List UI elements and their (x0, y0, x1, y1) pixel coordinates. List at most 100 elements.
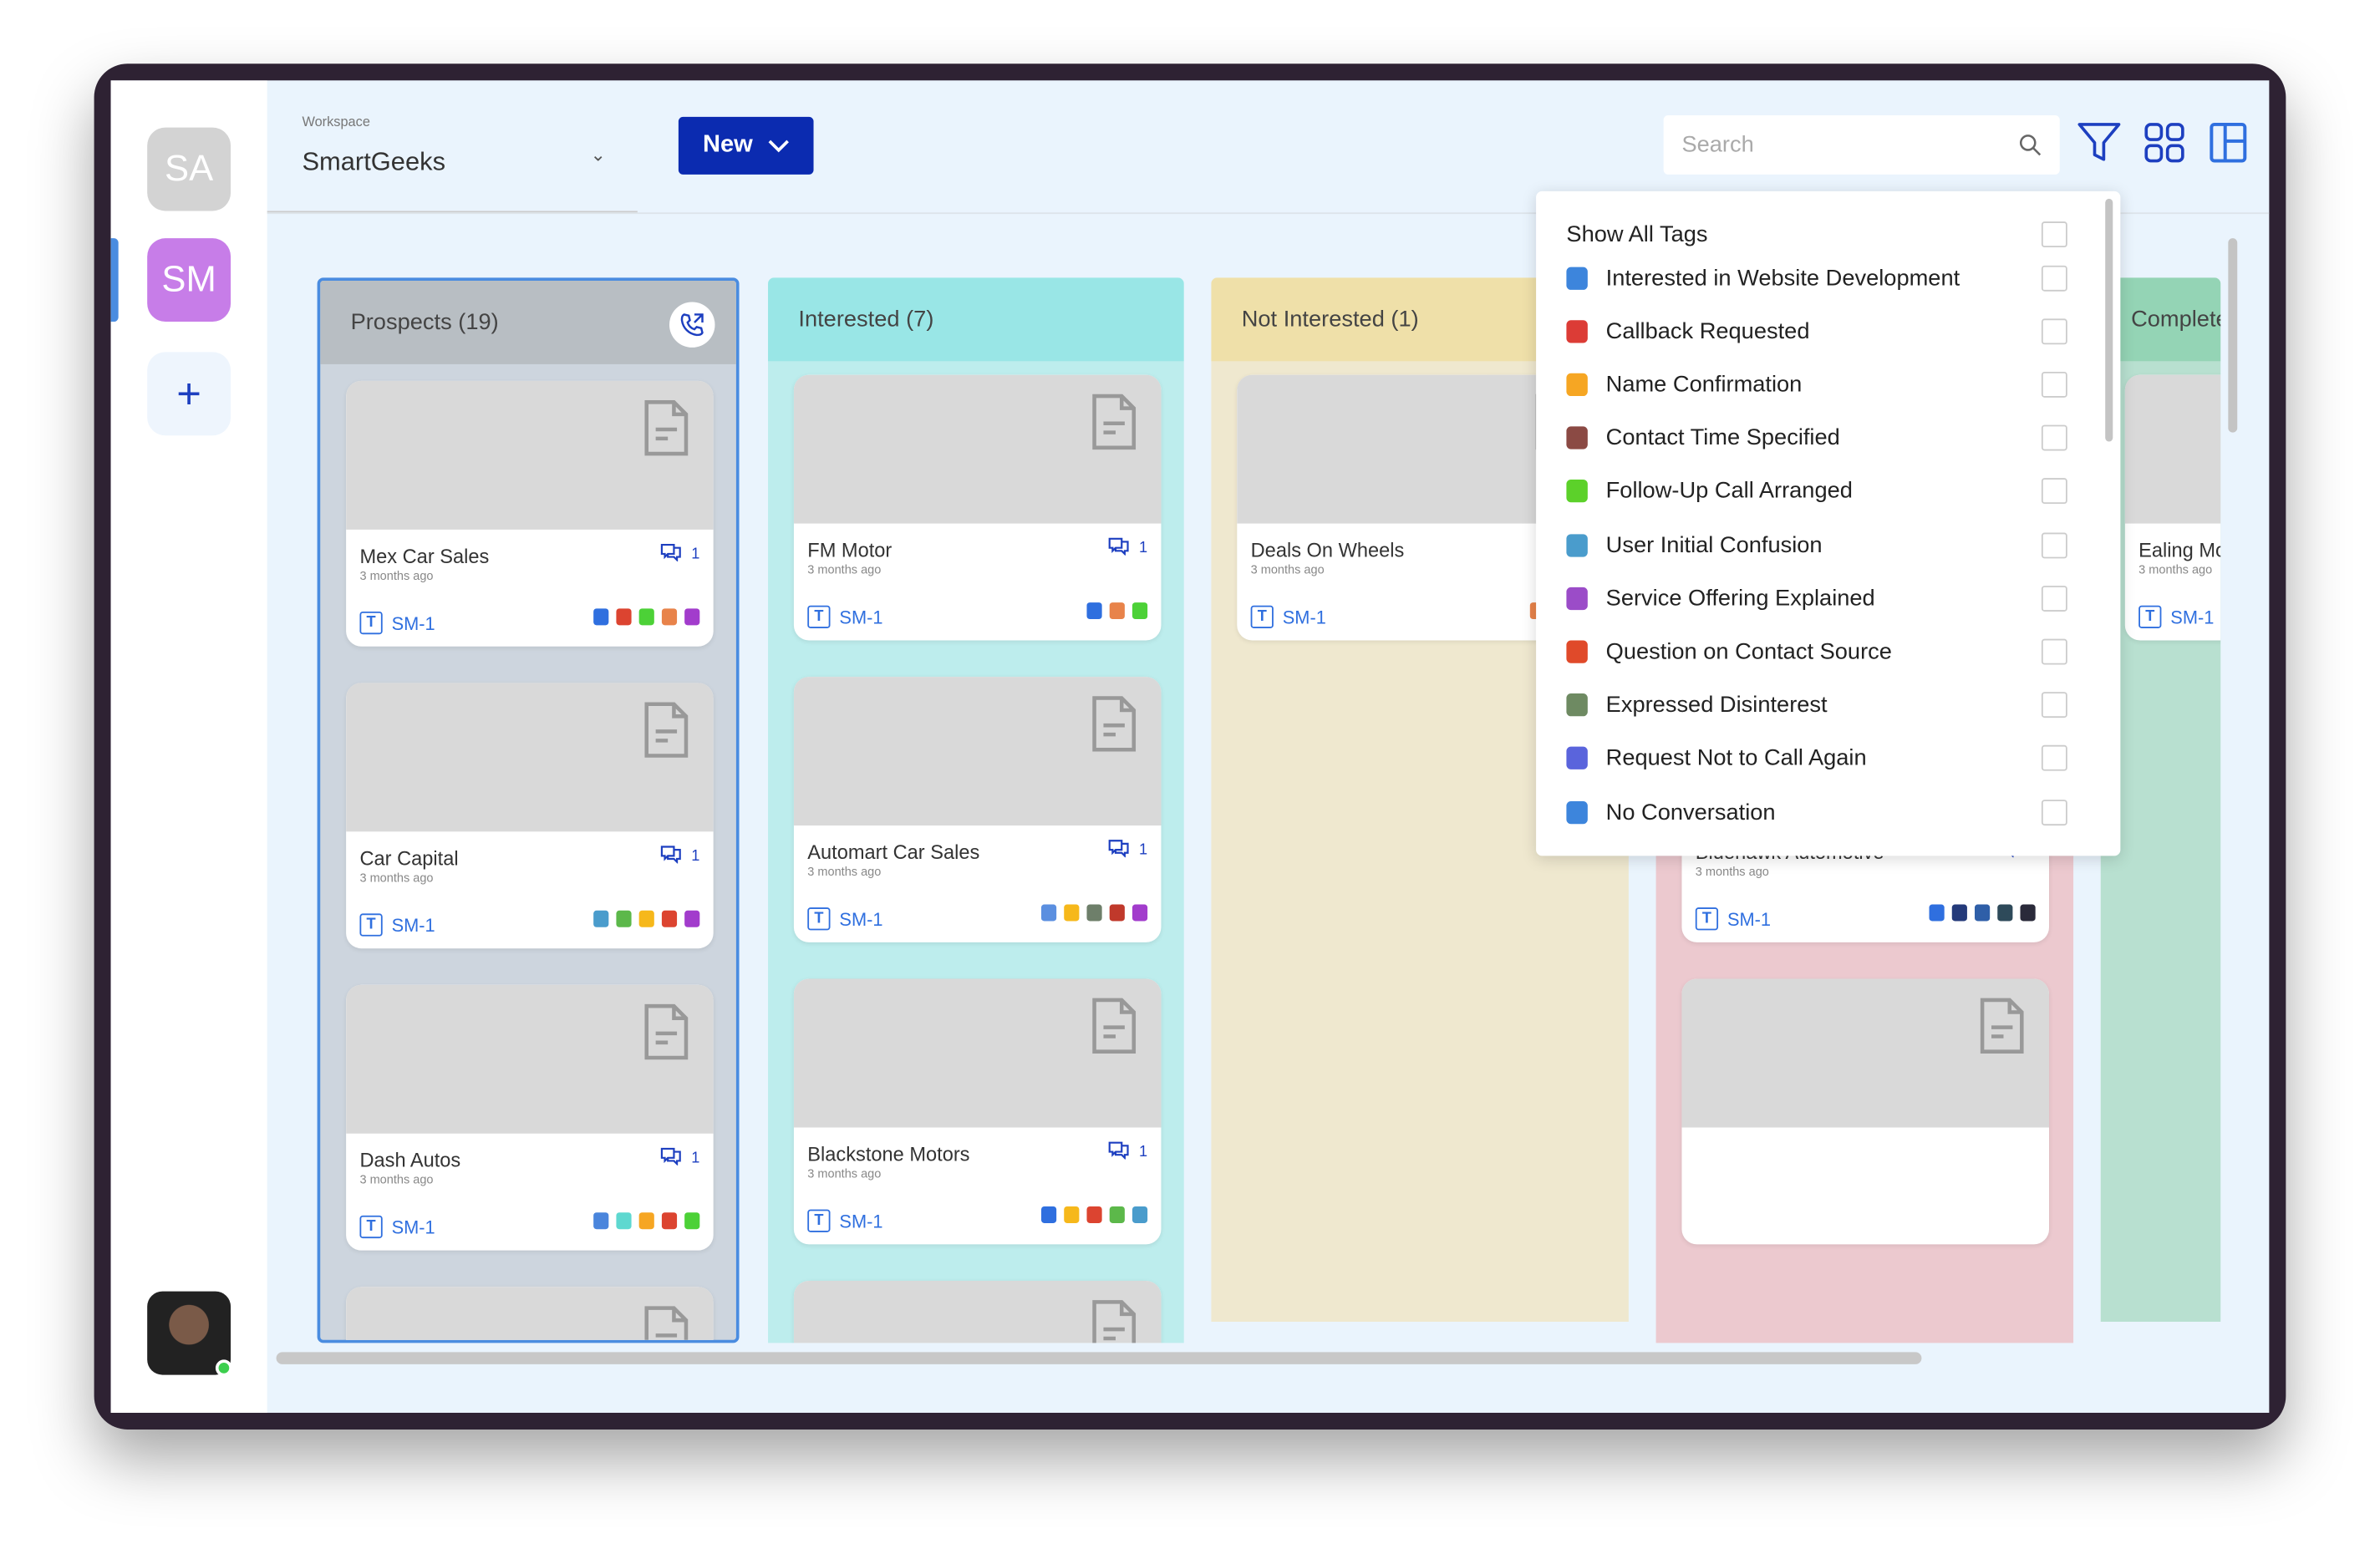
tag-swatch (1132, 1206, 1148, 1223)
card-reference[interactable]: T SM-1 (1250, 605, 1326, 628)
card-reference[interactable]: T SM-1 (807, 1209, 882, 1232)
comment-count[interactable]: 1 (1109, 839, 1147, 861)
tag-checkbox[interactable] (2041, 371, 2067, 398)
tag-checkbox[interactable] (2041, 799, 2067, 825)
workspace-sa-button[interactable]: SA (147, 127, 231, 211)
workspace-sm-button[interactable]: SM (147, 238, 231, 322)
tag-swatch (1086, 904, 1102, 922)
tag-checkbox[interactable] (2041, 585, 2067, 612)
tag-swatch (638, 1212, 654, 1230)
tag-color-swatch (1566, 800, 1588, 824)
show-all-tags-checkbox[interactable] (2041, 221, 2067, 247)
tag-checkbox[interactable] (2041, 638, 2067, 665)
lead-card[interactable]: Ealing Mo 3 months ago T SM-1 (2124, 374, 2221, 641)
reference-id: SM-1 (391, 1216, 435, 1238)
tag-checkbox[interactable] (2041, 745, 2067, 772)
tag-color-swatch (1566, 480, 1588, 503)
card-thumbnail (793, 1280, 1162, 1343)
tag-checkbox[interactable] (2041, 692, 2067, 719)
tag-label: No Conversation (1605, 799, 1776, 825)
tag-label: Service Offering Explained (1605, 585, 1875, 612)
card-reference[interactable]: T SM-1 (1695, 907, 1772, 931)
text-type-icon: T (359, 913, 383, 937)
tag-filter-item[interactable]: Question on Contact Source (1566, 637, 2067, 667)
lead-card[interactable] (346, 1287, 714, 1340)
tag-checkbox[interactable] (2041, 478, 2067, 505)
tag-filter-item[interactable]: Service Offering Explained (1566, 583, 2067, 613)
new-button[interactable]: New (678, 116, 814, 175)
card-title: Dash Autos (359, 1148, 461, 1172)
card-reference[interactable]: T SM-1 (359, 913, 435, 937)
tag-swatch (1040, 1206, 1057, 1223)
comment-count[interactable]: 1 (1109, 1141, 1147, 1164)
tag-color-swatch (1566, 587, 1588, 610)
tag-filter-item[interactable]: Callback Requested (1566, 316, 2067, 346)
tag-swatch (1997, 904, 2013, 922)
lead-card[interactable]: FM Motor 3 months ago 1 T SM-1 (793, 374, 1162, 641)
comment-count[interactable]: 1 (1109, 537, 1147, 560)
lead-card[interactable] (1681, 978, 2050, 1245)
tag-swatch (1109, 1206, 1125, 1223)
text-type-icon: T (359, 611, 383, 635)
search-input[interactable]: Search (1663, 115, 2060, 175)
column-title: Not Interested (1) (1241, 306, 1419, 333)
workspace-select[interactable]: SmartGeeks (302, 147, 445, 177)
tag-color-swatch (1566, 426, 1588, 449)
horizontal-scrollbar[interactable] (276, 1352, 1922, 1364)
tag-filter-item[interactable]: Contact Time Specified (1566, 423, 2067, 453)
document-icon (1091, 1299, 1137, 1343)
tag-filter-item[interactable]: Follow-Up Call Arranged (1566, 476, 2067, 506)
card-reference[interactable]: T SM-1 (359, 611, 435, 635)
tag-swatch (1975, 904, 1991, 922)
tag-filter-item[interactable]: Name Confirmation (1566, 369, 2067, 399)
tag-checkbox[interactable] (2041, 531, 2067, 558)
lead-card[interactable]: Dash Autos 3 months ago 1 T SM-1 (346, 984, 714, 1251)
filter-icon[interactable] (2077, 119, 2122, 165)
tag-swatch (684, 910, 700, 927)
card-title: Deals On Wheels (1250, 538, 1405, 562)
card-title: Automart Car Sales (807, 840, 980, 864)
show-all-tags-label: Show All Tags (1566, 221, 1708, 247)
lead-card[interactable]: Mex Car Sales 3 months ago 1 T SM-1 (346, 380, 714, 647)
card-tags (593, 1212, 700, 1230)
text-type-icon: T (807, 907, 831, 931)
tag-checkbox[interactable] (2041, 424, 2067, 451)
tag-filter-item[interactable]: Expressed Disinterest (1566, 690, 2067, 720)
comment-count[interactable]: 1 (661, 543, 699, 566)
grid-view-icon[interactable] (2142, 119, 2187, 165)
comment-count[interactable]: 1 (661, 846, 699, 868)
tag-filter-item[interactable]: User Initial Confusion (1566, 530, 2067, 560)
card-tags (593, 910, 700, 927)
comment-count[interactable]: 1 (661, 1147, 699, 1170)
add-workspace-button[interactable]: + (147, 352, 231, 436)
tag-filter-item[interactable]: Request Not to Call Again (1566, 744, 2067, 774)
tag-filter-dropdown: Show All Tags Interested in Website Deve… (1536, 190, 2121, 856)
card-reference[interactable]: T SM-1 (807, 605, 882, 628)
lead-card[interactable]: Automart Car Sales 3 months ago 1 T SM-1 (793, 677, 1162, 942)
tag-checkbox[interactable] (2041, 264, 2067, 291)
column-title: Interested (7) (798, 306, 934, 333)
chevron-down-icon[interactable]: ⌄ (591, 145, 606, 165)
text-type-icon: T (2138, 605, 2162, 628)
show-all-tags-row[interactable]: Show All Tags (1566, 219, 2067, 249)
tag-checkbox[interactable] (2041, 317, 2067, 344)
tag-swatch (684, 608, 700, 626)
lead-card[interactable]: Car Capital 3 months ago 1 T SM-1 (346, 683, 714, 949)
card-reference[interactable]: T SM-1 (359, 1215, 435, 1239)
card-reference[interactable]: T SM-1 (2138, 605, 2214, 628)
dropdown-scrollbar[interactable] (2105, 198, 2113, 442)
lead-card[interactable]: Blackstone Motors 3 months ago 1 T SM-1 (793, 978, 1162, 1245)
reference-id: SM-1 (839, 908, 883, 930)
tag-label: Name Confirmation (1605, 371, 1803, 398)
lead-card[interactable] (793, 1280, 1162, 1343)
board-view-icon[interactable] (2205, 119, 2250, 165)
vertical-scrollbar[interactable] (2228, 238, 2238, 433)
call-button[interactable] (669, 302, 715, 348)
tag-filter-item[interactable]: Interested in Website Development (1566, 262, 2067, 292)
tag-filter-item[interactable]: No Conversation (1566, 797, 2067, 827)
tag-swatch (661, 608, 678, 626)
tag-swatch (661, 910, 678, 927)
reference-id: SM-1 (1727, 908, 1772, 930)
card-reference[interactable]: T SM-1 (807, 907, 883, 931)
tag-swatch (1132, 904, 1148, 922)
